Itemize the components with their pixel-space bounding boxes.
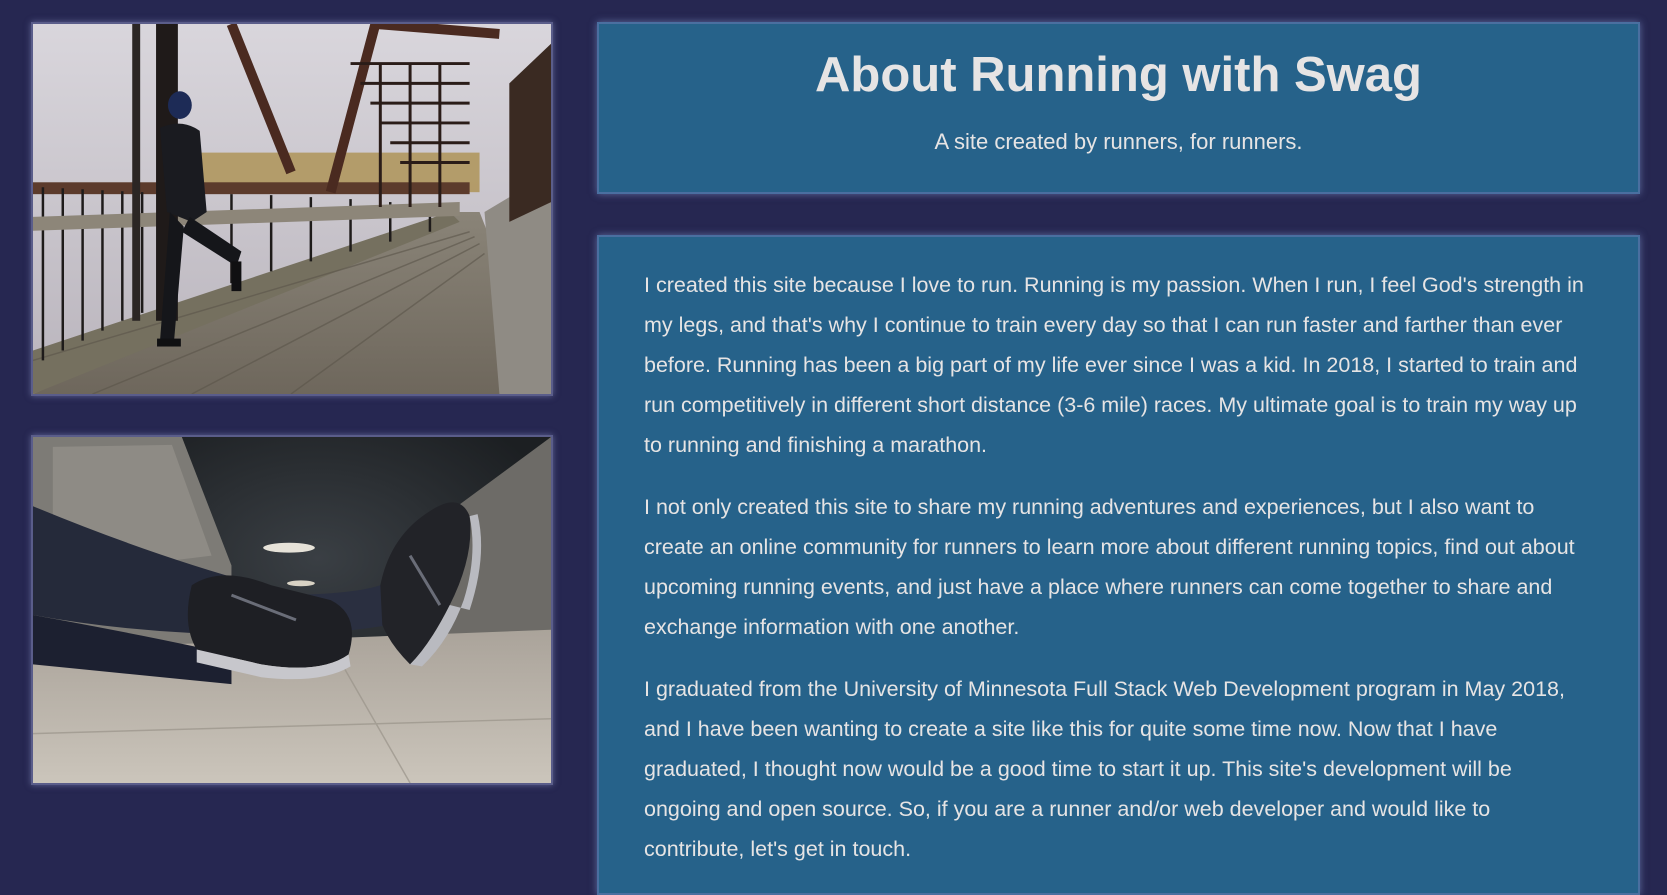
page-title: About Running with Swag [815,48,1422,102]
bridge-runner-illustration [33,24,551,394]
bridge-runner-photo [31,22,553,396]
about-panel: I created this site because I love to ru… [597,235,1640,895]
page-subtitle: A site created by runners, for runners. [934,128,1303,154]
running-shoes-photo [31,435,553,785]
about-paragraph: I created this site because I love to ru… [644,273,1584,457]
about-paragraph: I graduated from the University of Minne… [644,677,1565,861]
running-shoes-illustration [33,437,551,783]
about-paragraph: I not only created this site to share my… [644,495,1575,639]
header-panel: About Running with Swag A site created b… [597,22,1640,194]
